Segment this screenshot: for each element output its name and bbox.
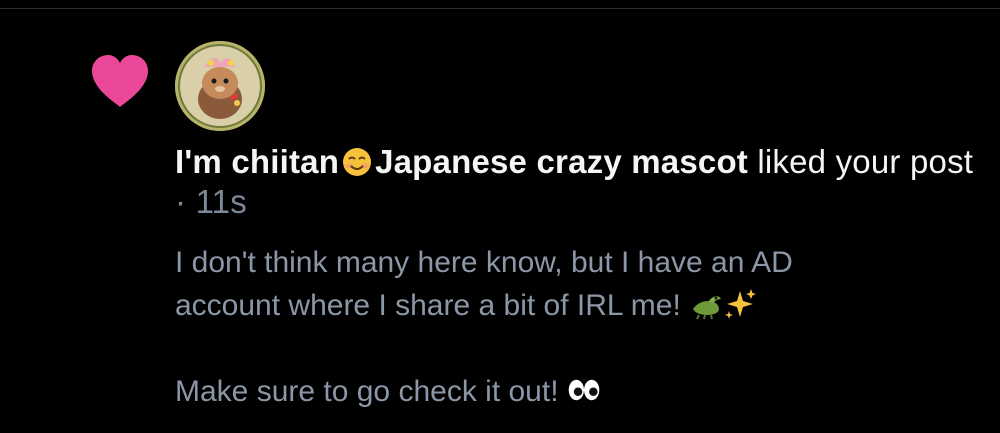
avatar[interactable]	[175, 41, 265, 131]
smiling-face-icon	[343, 148, 372, 176]
mascot-avatar-image	[180, 46, 260, 126]
separator: ·	[175, 183, 196, 220]
post-line-3: Make sure to go check it out!	[175, 375, 559, 408]
heart-icon	[92, 55, 148, 107]
notification-headline: I'm chiitan Japanese crazy mascot liked …	[175, 142, 975, 222]
crocodile-icon	[693, 296, 722, 320]
sparkles-icon	[725, 289, 757, 319]
like-notification[interactable]: I'm chiitan Japanese crazy mascot liked …	[0, 9, 1000, 433]
post-preview[interactable]: I don't think many here know, but I have…	[175, 241, 975, 413]
user-display-name[interactable]: I'm chiitan Japanese crazy mascot	[175, 143, 748, 180]
eyes-icon	[568, 379, 600, 401]
post-line-2: account where I share a bit of IRL me!	[175, 289, 681, 322]
timestamp: 11s	[195, 183, 247, 220]
action-text: liked your post	[748, 143, 974, 180]
post-line-1: I don't think many here know, but I have…	[175, 246, 793, 279]
